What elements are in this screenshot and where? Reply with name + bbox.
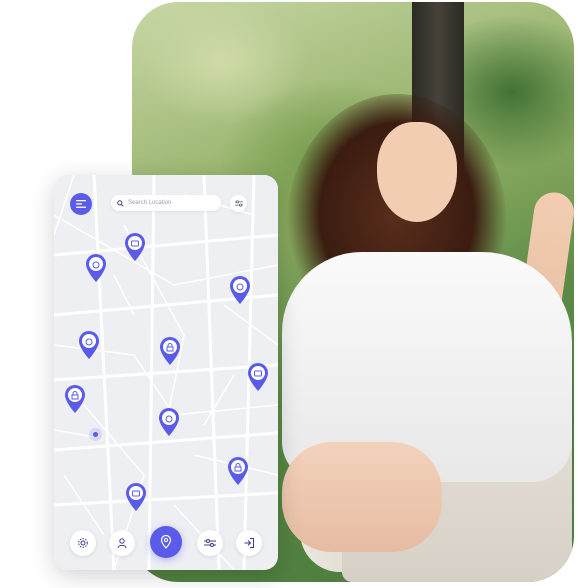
briefcase-icon	[248, 363, 268, 391]
map-pin-bag[interactable]	[229, 275, 251, 305]
filter-button[interactable]	[230, 195, 247, 212]
bag-icon	[230, 276, 250, 304]
woman-face	[377, 122, 457, 222]
phone-mockup: Search Location	[54, 175, 278, 570]
map-pin-lock[interactable]	[159, 336, 181, 366]
lock-icon	[228, 457, 248, 485]
location-pin-icon	[160, 535, 172, 549]
search-placeholder: Search Location	[128, 200, 172, 206]
lock-icon	[65, 385, 85, 413]
search-input[interactable]: Search Location	[111, 195, 221, 211]
map-pin-lock[interactable]	[64, 384, 86, 414]
bottom-navigation	[54, 525, 278, 570]
map-pin-bag[interactable]	[85, 253, 107, 283]
bag-icon	[159, 408, 179, 436]
nav-settings-button[interactable]	[70, 530, 96, 556]
map-pin-bag[interactable]	[78, 330, 100, 360]
bag-icon	[86, 254, 106, 282]
map-pin-lock[interactable]	[227, 456, 249, 486]
sliders-icon	[204, 539, 216, 547]
nav-profile-button[interactable]	[109, 530, 135, 556]
briefcase-icon	[126, 483, 146, 511]
nav-logout-button[interactable]	[236, 530, 262, 556]
briefcase-icon	[125, 233, 145, 261]
menu-button[interactable]	[70, 193, 92, 215]
map-pin-briefcase[interactable]	[124, 232, 146, 262]
bag-icon	[79, 331, 99, 359]
sliders-icon	[234, 200, 243, 207]
current-location-dot	[93, 432, 98, 437]
map-pin-briefcase[interactable]	[247, 362, 269, 392]
menu-icon	[76, 200, 86, 208]
lock-icon	[160, 337, 180, 365]
city-map[interactable]	[54, 175, 278, 570]
logout-icon	[244, 538, 254, 548]
nav-filter-button[interactable]	[197, 530, 223, 556]
search-icon	[117, 199, 124, 207]
user-icon	[117, 538, 127, 549]
nav-map-button[interactable]	[150, 526, 182, 558]
map-pin-briefcase[interactable]	[125, 482, 147, 512]
gear-icon	[78, 538, 88, 548]
woman-legs	[282, 442, 442, 552]
map-pin-bag[interactable]	[158, 407, 180, 437]
